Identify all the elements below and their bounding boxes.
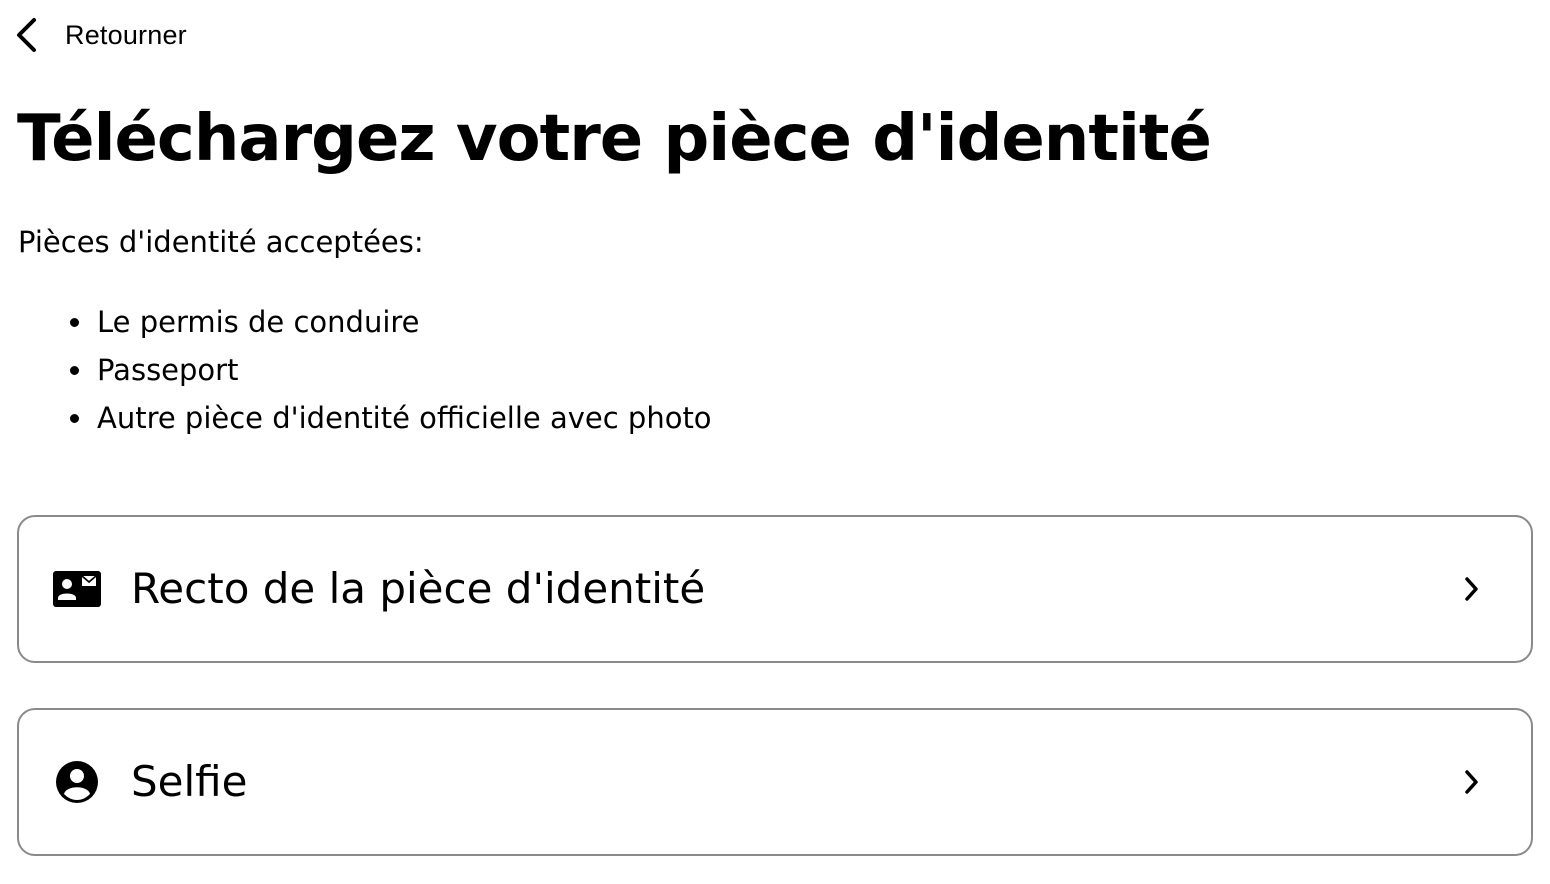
back-label: Retourner — [65, 19, 187, 50]
page-title: Téléchargez votre pièce d'identité — [17, 102, 1212, 176]
chevron-left-icon — [14, 14, 46, 56]
selfie-option[interactable]: Selfie — [17, 708, 1533, 856]
list-item: Le permis de conduire — [18, 302, 712, 350]
back-button[interactable]: Retourner — [14, 14, 187, 56]
id-front-option[interactable]: Recto de la pièce d'identité — [17, 515, 1533, 663]
chevron-right-icon — [1459, 765, 1483, 799]
option-label: Selfie — [131, 757, 248, 806]
chevron-right-icon — [1459, 572, 1483, 606]
account-circle-icon — [52, 757, 102, 807]
accepted-documents-intro: Pièces d'identité acceptées: — [18, 225, 424, 259]
page: Retourner Téléchargez votre pièce d'iden… — [0, 0, 1550, 884]
list-item: Autre pièce d'identité officielle avec p… — [18, 398, 712, 446]
accepted-documents-list: Le permis de conduire Passeport Autre pi… — [18, 302, 712, 446]
list-item: Passeport — [18, 350, 712, 398]
option-label: Recto de la pièce d'identité — [131, 564, 706, 613]
id-card-icon — [52, 564, 102, 614]
